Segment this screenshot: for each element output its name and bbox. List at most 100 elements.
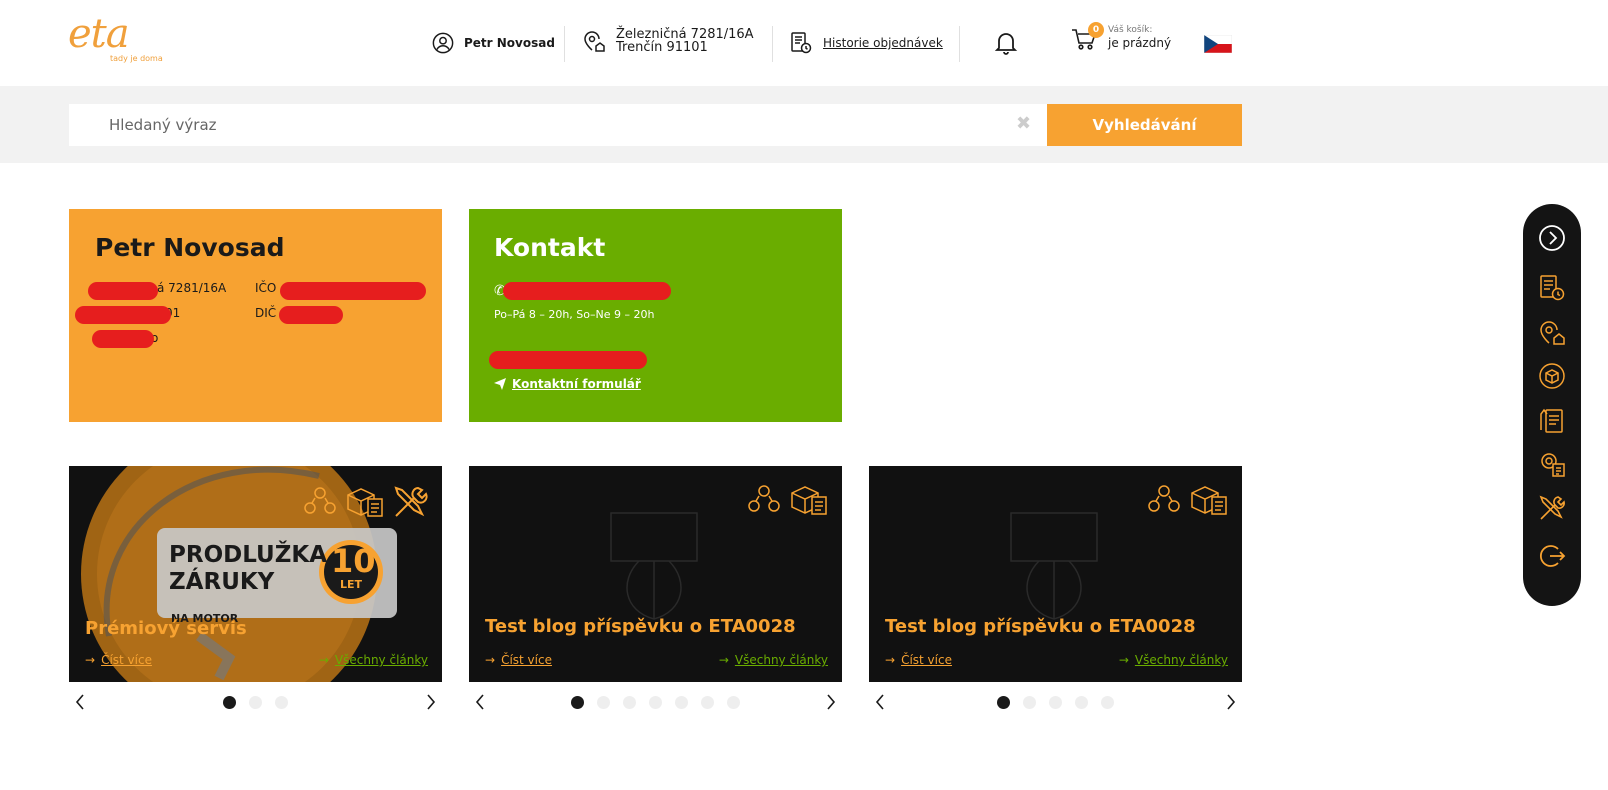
search-button[interactable]: Vyhledávání xyxy=(1047,104,1242,146)
blog-title[interactable]: Test blog příspěvku o ETA0028 xyxy=(485,616,796,637)
pager-dot[interactable] xyxy=(597,696,610,709)
header-divider xyxy=(959,26,960,62)
chevron-right-icon[interactable] xyxy=(824,692,838,712)
address-icon[interactable] xyxy=(1538,318,1566,346)
side-quick-menu xyxy=(1523,204,1581,606)
promo-line-1: PRODLUŽKA xyxy=(169,542,328,568)
pager-dot[interactable] xyxy=(571,696,584,709)
pager-dot[interactable] xyxy=(623,696,636,709)
redaction-mark xyxy=(279,306,343,324)
user-name: Petr Novosad xyxy=(464,36,555,50)
chevron-right-circle-icon[interactable] xyxy=(1538,224,1566,252)
pager-dot[interactable] xyxy=(649,696,662,709)
address-pin-icon xyxy=(584,31,605,52)
arrow-right-icon: → xyxy=(318,653,329,667)
search-clear-icon[interactable]: ✖ xyxy=(1016,114,1031,134)
read-more-link[interactable]: → Číst více xyxy=(485,653,552,667)
order-history-icon[interactable] xyxy=(1538,274,1566,302)
chevron-right-icon[interactable] xyxy=(1224,692,1238,712)
redaction-mark xyxy=(503,282,671,300)
community-icon xyxy=(748,485,780,512)
arrow-right-icon: → xyxy=(485,653,496,667)
contact-email[interactable] xyxy=(489,349,817,371)
contact-hours: Po–Pá 8 – 20h, So–Ne 9 – 20h xyxy=(494,308,655,321)
blog-pager xyxy=(469,692,842,712)
pager-dot[interactable] xyxy=(1049,696,1062,709)
pager-dot[interactable] xyxy=(701,696,714,709)
pager-dot[interactable] xyxy=(223,696,236,709)
notifications-button[interactable] xyxy=(994,30,1018,60)
logo-tagline: tady je doma xyxy=(110,54,163,63)
cart-count-badge: 0 xyxy=(1088,22,1104,38)
blog-pager xyxy=(869,692,1242,712)
arrow-right-icon: → xyxy=(718,653,729,667)
promo-unit: LET xyxy=(339,578,363,591)
order-history-icon xyxy=(791,32,812,54)
blog-card[interactable]: Test blog příspěvku o ETA0028 → Číst více… xyxy=(469,466,842,682)
contact-card-title: Kontakt xyxy=(494,233,606,262)
package-checklist-icon xyxy=(347,488,383,517)
dic-label: DIČ xyxy=(255,306,277,320)
user-info-card: Petr Novosad á 7281/16A 01 o IČO DIČ71 xyxy=(69,209,442,422)
read-more-link[interactable]: → Číst více xyxy=(85,653,152,667)
lamp-placeholder-image xyxy=(610,512,698,620)
read-more-link[interactable]: → Číst více xyxy=(885,653,952,667)
pager-dot[interactable] xyxy=(997,696,1010,709)
community-icon xyxy=(1148,485,1180,512)
logo-wordmark: eta xyxy=(68,11,130,57)
pager-dot[interactable] xyxy=(249,696,262,709)
redaction-mark xyxy=(88,282,158,300)
chevron-right-icon[interactable] xyxy=(424,692,438,712)
cart-button[interactable]: 0 Váš košík: je prázdný xyxy=(1070,22,1172,52)
cart-status: je prázdný xyxy=(1108,36,1172,50)
cart-label: Váš košík: xyxy=(1108,25,1153,35)
site-header: eta tady je doma Petr Novosad Železničná… xyxy=(0,0,1608,86)
contact-form-text: Kontaktní formulář xyxy=(512,377,641,391)
bell-icon xyxy=(994,33,1018,55)
blog-pager xyxy=(69,692,442,712)
tools-icon[interactable] xyxy=(1538,494,1566,522)
redaction-mark xyxy=(92,330,154,348)
paper-plane-icon xyxy=(494,378,506,390)
pager-dot[interactable] xyxy=(275,696,288,709)
czech-flag-icon[interactable] xyxy=(1204,35,1232,53)
lamp-placeholder-image xyxy=(1010,512,1098,620)
order-history-text[interactable]: Historie objednávek xyxy=(823,36,943,50)
logout-icon[interactable] xyxy=(1538,542,1566,570)
tools-icon xyxy=(394,486,428,517)
header-divider xyxy=(772,26,773,62)
header-divider xyxy=(564,26,565,62)
pager-dot[interactable] xyxy=(1075,696,1088,709)
contact-form-link[interactable]: Kontaktní formulář xyxy=(494,377,817,391)
all-articles-link[interactable]: → Všechny články xyxy=(1119,653,1228,667)
order-history-link[interactable]: Historie objednávek xyxy=(789,31,943,55)
returns-icon[interactable] xyxy=(1538,362,1566,390)
package-checklist-icon xyxy=(791,486,827,515)
redaction-mark xyxy=(489,351,647,369)
eta-logo[interactable]: eta tady je doma xyxy=(68,14,168,66)
contact-phone[interactable]: ✆ xyxy=(494,280,817,302)
user-account-link[interactable]: Petr Novosad xyxy=(432,31,555,55)
blog-card[interactable]: Test blog příspěvku o ETA0028 → Číst více… xyxy=(869,466,1242,682)
all-articles-link[interactable]: → Všechny články xyxy=(319,653,428,667)
pager-dot[interactable] xyxy=(1101,696,1114,709)
user-card-title: Petr Novosad xyxy=(95,233,285,262)
pager-dot[interactable] xyxy=(1023,696,1036,709)
service-icon[interactable] xyxy=(1538,450,1566,478)
pager-dot[interactable] xyxy=(675,696,688,709)
claims-icon[interactable] xyxy=(1538,406,1566,434)
all-articles-link[interactable]: → Všechny články xyxy=(719,653,828,667)
pager-dot[interactable] xyxy=(727,696,740,709)
community-icon xyxy=(304,487,336,514)
package-checklist-icon xyxy=(1191,486,1227,515)
blog-title[interactable]: Prémiový servis xyxy=(85,618,247,639)
address-line-2: Trenčín 91101 xyxy=(616,40,708,55)
blog-card[interactable]: PRODLUŽKA ZÁRUKY 10 LET NA MOTOR Prémiov… xyxy=(69,466,442,682)
blog-title[interactable]: Test blog příspěvku o ETA0028 xyxy=(885,616,1196,637)
search-input[interactable] xyxy=(69,104,1047,146)
delivery-address-link[interactable]: Železničná 7281/16A Trenčín 91101 xyxy=(582,28,754,54)
promo-line-2: ZÁRUKY xyxy=(169,569,275,595)
promo-years: 10 xyxy=(331,542,376,580)
redaction-mark xyxy=(280,282,426,300)
arrow-right-icon: → xyxy=(1118,653,1129,667)
